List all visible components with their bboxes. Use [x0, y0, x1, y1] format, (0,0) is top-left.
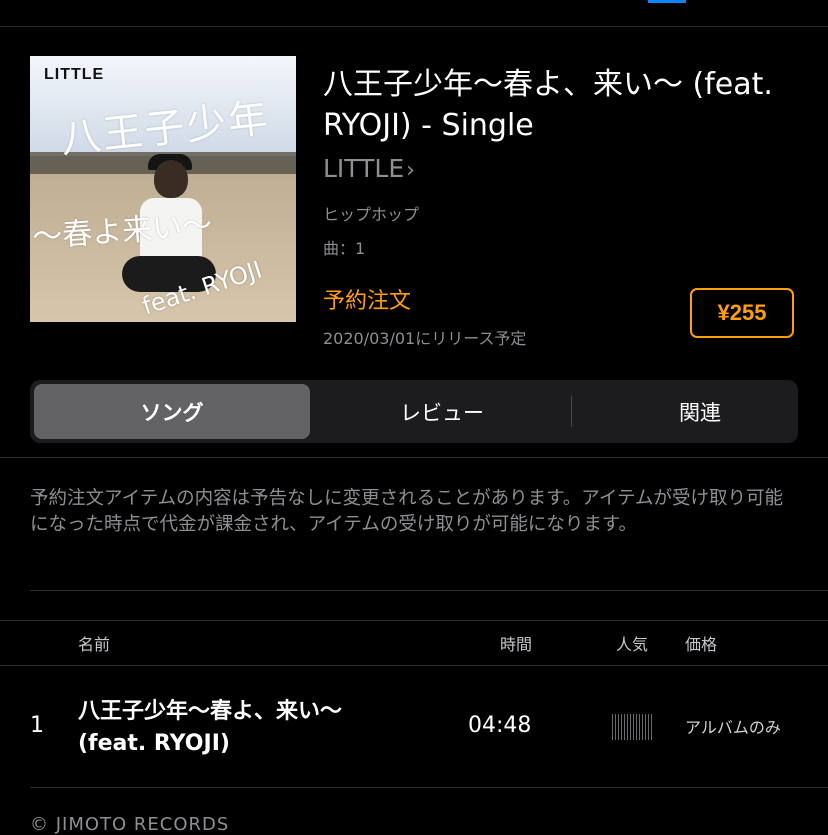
active-tab-indicator — [648, 0, 686, 3]
album-artwork[interactable]: LITTLE 八王子少年 〜春よ来い〜 feat. RYOJI — [30, 56, 296, 322]
table-header-border — [0, 665, 828, 666]
tab-related[interactable]: 関連 — [572, 384, 828, 439]
row-divider — [30, 787, 828, 788]
column-header-price[interactable]: 価格 — [685, 631, 717, 655]
price-button[interactable]: ¥255 — [690, 288, 794, 338]
artwork-logo: LITTLE — [44, 66, 105, 83]
top-bar — [0, 0, 828, 27]
track-price: アルバムのみ — [685, 718, 781, 737]
preorder-label: 予約注文 — [323, 289, 412, 314]
release-date: 2020/03/01にリリース予定 — [323, 329, 527, 348]
track-count: 曲：1 — [323, 239, 366, 258]
copyright-text: © JIMOTO RECORDS — [30, 814, 230, 835]
chevron-right-icon: › — [406, 158, 415, 183]
track-duration: 04:48 — [468, 713, 532, 738]
divider — [30, 590, 828, 591]
album-title: 八王子少年〜春よ、来い〜 (feat. RYOJI) - Single — [323, 67, 773, 143]
artist-name: LITTLE — [323, 154, 405, 183]
track-title[interactable]: 八王子少年〜春よ、来い〜 (feat. RYOJI) — [78, 696, 378, 760]
column-header-popularity[interactable]: 人気 — [616, 631, 648, 655]
artist-link[interactable]: LITTLE› — [323, 154, 415, 183]
segmented-control: ソング レビュー 関連 — [30, 380, 798, 443]
column-header-time[interactable]: 時間 — [500, 631, 532, 655]
tab-songs[interactable]: ソング — [34, 384, 310, 439]
table-top-border — [0, 620, 828, 621]
artwork-person-head — [154, 160, 188, 198]
divider — [0, 457, 828, 458]
genre-label: ヒップホップ — [323, 205, 420, 224]
popularity-bars-icon — [612, 714, 654, 740]
preorder-notice: 予約注文アイテムの内容は予告なしに変更されることがあります。アイテムが受け取り可… — [30, 488, 783, 535]
column-header-name[interactable]: 名前 — [78, 631, 110, 655]
track-number: 1 — [30, 713, 44, 738]
tab-reviews[interactable]: レビュー — [314, 384, 570, 439]
